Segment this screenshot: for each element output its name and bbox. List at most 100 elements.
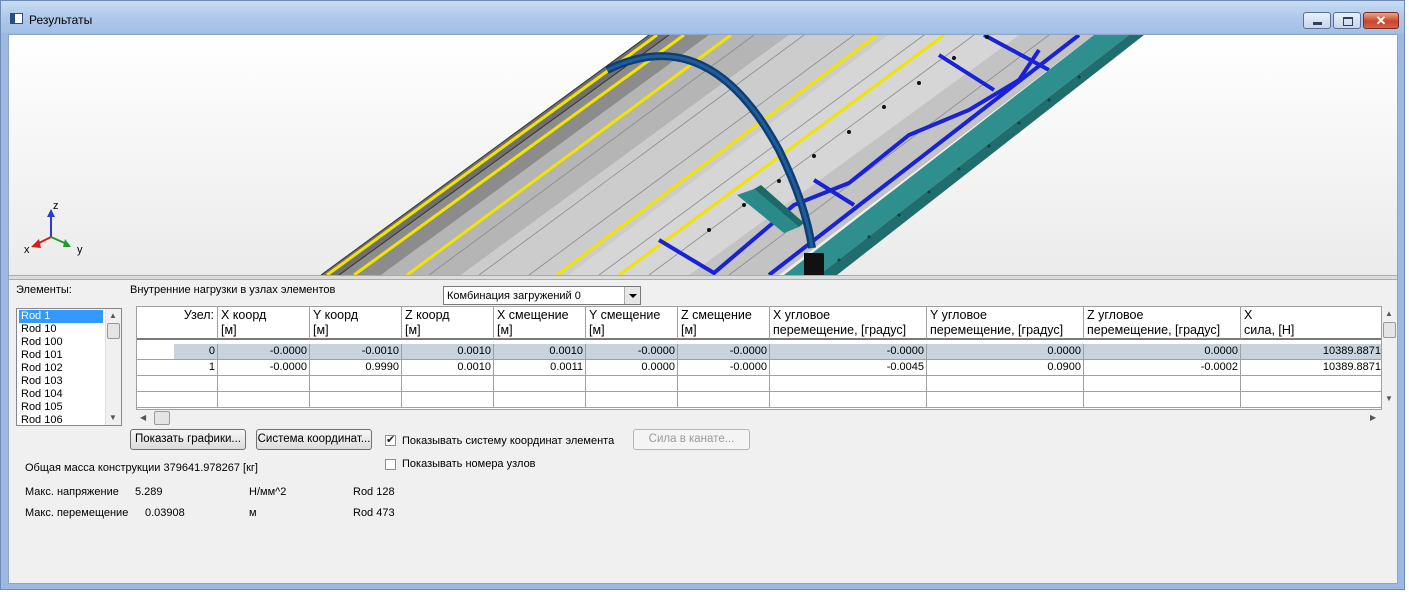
3d-model-render <box>320 35 1144 275</box>
table-cell[interactable] <box>402 376 494 392</box>
scroll-left-icon[interactable]: ◀ <box>140 413 146 422</box>
list-item[interactable]: Rod 101 <box>19 349 65 362</box>
scroll-down-icon[interactable]: ▼ <box>1385 394 1393 403</box>
show-node-numbers-checkbox[interactable] <box>385 459 396 470</box>
3d-viewport[interactable]: z y x <box>9 35 1397 275</box>
table-cell[interactable]: -0.0000 <box>218 360 310 376</box>
table-cell[interactable] <box>678 376 770 392</box>
table-cell[interactable]: -0.0000 <box>678 360 770 376</box>
close-icon: ✕ <box>1375 13 1387 28</box>
table-cell[interactable] <box>137 392 218 408</box>
table-cell[interactable] <box>218 376 310 392</box>
column-header-x-coord[interactable]: X коорд [м] <box>218 307 310 340</box>
list-item[interactable]: Rod 100 <box>19 336 65 349</box>
table-cell[interactable] <box>770 392 927 408</box>
table-cell[interactable]: -0.0000 <box>678 344 770 360</box>
list-item[interactable]: Rod 102 <box>19 362 65 375</box>
table-cell[interactable] <box>1241 376 1381 392</box>
show-node-numbers-label[interactable]: Показывать номера узлов <box>402 458 536 470</box>
table-cell[interactable]: -0.0000 <box>770 344 927 360</box>
max-stress-unit: Н/мм^2 <box>249 486 287 498</box>
table-cell[interactable] <box>927 392 1084 408</box>
table-cell[interactable] <box>310 376 402 392</box>
table-cell[interactable]: 0.0000 <box>1084 344 1241 360</box>
scroll-thumb[interactable] <box>154 411 170 425</box>
maximize-button[interactable] <box>1333 12 1361 29</box>
scroll-down-icon[interactable]: ▼ <box>109 413 117 422</box>
title-bar[interactable]: Результаты ✕ <box>1 1 1404 33</box>
scroll-up-icon[interactable]: ▲ <box>1385 309 1393 318</box>
load-combination-select[interactable]: Комбинация загружений 0 <box>443 286 641 305</box>
table-cell[interactable] <box>310 392 402 408</box>
results-window: Результаты ✕ z y x Элементы: Внутренние … <box>0 0 1405 590</box>
table-cell[interactable] <box>1084 376 1241 392</box>
list-item[interactable]: Rod 106 <box>19 414 65 425</box>
table-cell[interactable] <box>927 376 1084 392</box>
table-cell[interactable] <box>678 392 770 408</box>
max-stress-label: Макс. напряжение <box>25 486 119 498</box>
column-header-z-disp[interactable]: Z смещение [м] <box>678 307 770 340</box>
column-header-z-rot[interactable]: Z угловое перемещение, [градус] <box>1084 307 1241 340</box>
table-cell[interactable]: 10389.8871 <box>1241 360 1381 376</box>
table-cell[interactable] <box>494 392 586 408</box>
table-cell[interactable] <box>218 392 310 408</box>
elements-list[interactable]: Rod 1 Rod 10 Rod 100 Rod 101 Rod 102 Rod… <box>16 308 122 426</box>
column-header-y-disp[interactable]: Y смещение [м] <box>586 307 678 340</box>
coord-system-button[interactable]: Система координат... <box>256 429 372 450</box>
list-item[interactable]: Rod 1 <box>19 310 103 323</box>
max-displacement-unit: м <box>249 507 257 519</box>
table-cell[interactable]: 1 <box>137 360 218 376</box>
table-cell[interactable] <box>1241 392 1381 408</box>
max-stress-value: 5.289 <box>135 486 163 498</box>
table-cell[interactable] <box>586 392 678 408</box>
table-cell[interactable]: -0.0010 <box>310 344 402 360</box>
table-vertical-scrollbar[interactable]: ▲ ▼ <box>1382 306 1397 410</box>
table-cell[interactable] <box>402 392 494 408</box>
scroll-thumb[interactable] <box>107 323 120 339</box>
table-cell[interactable]: 0.0000 <box>586 360 678 376</box>
show-coord-system-checkbox[interactable] <box>385 433 396 446</box>
results-table[interactable]: Узел: X коорд [м] Y коорд [м] Z коорд [м] X… <box>136 306 1382 410</box>
table-cell[interactable]: 0.0011 <box>494 360 586 376</box>
table-cell[interactable]: -0.0000 <box>586 344 678 360</box>
table-cell[interactable]: 0.0010 <box>402 344 494 360</box>
list-item[interactable]: Rod 103 <box>19 375 65 388</box>
table-cell[interactable]: -0.0002 <box>1084 360 1241 376</box>
table-cell[interactable] <box>137 376 218 392</box>
close-button[interactable]: ✕ <box>1363 12 1399 29</box>
show-coord-system-label[interactable]: Показывать систему координат элемента <box>402 435 614 447</box>
scroll-thumb[interactable] <box>1383 322 1396 338</box>
table-cell[interactable] <box>1084 392 1241 408</box>
column-header-y-rot[interactable]: Y угловое перемещение, [градус] <box>927 307 1084 340</box>
table-cell[interactable]: -0.0000 <box>218 344 310 360</box>
list-item[interactable]: Rod 104 <box>19 388 65 401</box>
splitter[interactable] <box>9 275 1397 280</box>
scroll-right-icon[interactable]: ▶ <box>1370 413 1376 422</box>
table-cell[interactable]: 10389.8871 <box>1241 344 1381 360</box>
elements-list-scrollbar[interactable]: ▲ ▼ <box>105 309 121 425</box>
column-header-node[interactable]: Узел: <box>137 307 218 340</box>
column-header-x-disp[interactable]: X смещение [м] <box>494 307 586 340</box>
show-graphs-button[interactable]: Показать графики... <box>130 429 246 450</box>
table-cell[interactable]: -0.0045 <box>770 360 927 376</box>
chevron-down-icon[interactable] <box>624 287 640 304</box>
column-header-x-rot[interactable]: X угловое перемещение, [градус] <box>770 307 927 340</box>
table-cell[interactable] <box>586 376 678 392</box>
table-cell[interactable]: 0.0000 <box>927 344 1084 360</box>
table-cell[interactable]: 0 <box>137 344 218 360</box>
table-horizontal-scrollbar[interactable]: ◀ ▶ <box>136 410 1382 427</box>
column-header-y-coord[interactable]: Y коорд [м] <box>310 307 402 340</box>
table-cell[interactable]: 0.0010 <box>494 344 586 360</box>
column-header-x-force[interactable]: Xсила, [Н] <box>1241 307 1381 340</box>
column-header-z-coord[interactable]: Z коорд [м] <box>402 307 494 340</box>
axis-z-label: z <box>53 200 59 212</box>
table-cell[interactable]: 0.0010 <box>402 360 494 376</box>
list-item[interactable]: Rod 105 <box>19 401 65 414</box>
table-cell[interactable]: 0.0900 <box>927 360 1084 376</box>
scroll-up-icon[interactable]: ▲ <box>109 311 117 320</box>
list-item[interactable]: Rod 10 <box>19 323 58 336</box>
minimize-button[interactable] <box>1303 12 1331 29</box>
table-cell[interactable]: 0.9990 <box>310 360 402 376</box>
table-cell[interactable] <box>494 376 586 392</box>
table-cell[interactable] <box>770 376 927 392</box>
